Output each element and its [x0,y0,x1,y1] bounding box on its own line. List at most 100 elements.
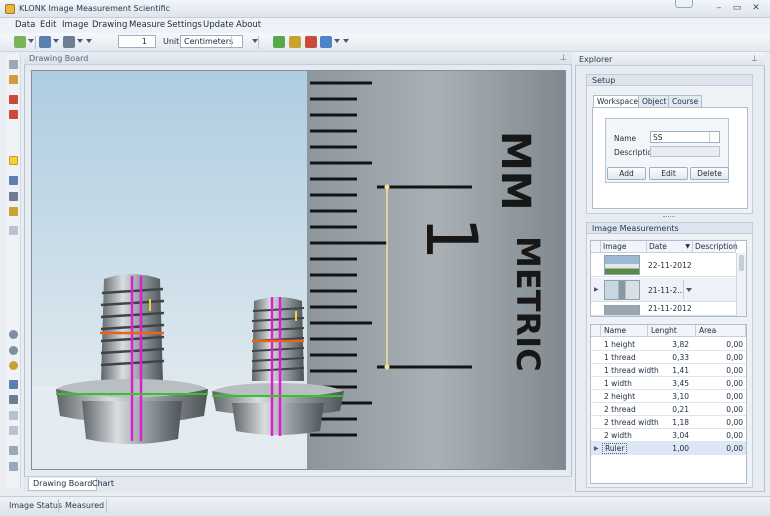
open-icon[interactable] [14,36,26,48]
description-field[interactable] [650,146,720,157]
image-grid-scrollbar[interactable] [736,253,746,316]
sort-desc-icon: ▼ [685,243,690,250]
image-row[interactable]: 22-11-2012 [591,253,736,277]
close-icon[interactable]: ✕ [749,3,763,14]
image-row-selected[interactable]: ▶ 21-11-2... [591,278,736,302]
explorer-pin-icon[interactable]: ⊥ [751,54,758,63]
explorer-title: Explorer [579,55,613,64]
delete-measure-icon[interactable] [305,36,317,48]
measurement-row[interactable]: 2 thread width 1,18 0,00 [591,416,746,429]
row-indicator-icon: ▶ [594,286,599,293]
col-area[interactable]: Area [696,325,746,337]
ruler-tool-icon[interactable] [9,176,18,185]
save-icon[interactable] [39,36,51,48]
unit-more-icon[interactable] [252,39,258,43]
tab-object[interactable]: Object [638,95,671,107]
undo-icon[interactable] [9,411,18,420]
menu-edit[interactable]: Edit [40,20,56,30]
chevron-down-icon[interactable] [231,36,242,47]
export-dropdown-icon[interactable] [334,39,340,43]
move-icon[interactable] [9,380,18,389]
image-thumbnail [604,305,640,315]
delete-button[interactable]: Delete [690,167,729,180]
pin-tool-icon[interactable] [9,75,18,84]
measurement-row[interactable]: 2 thread 0,21 0,00 [591,403,746,416]
area-tool-icon[interactable] [9,110,18,119]
tab-workspace[interactable]: Workspace [593,95,642,107]
quick-access-icon[interactable] [675,0,693,8]
zoom-out-tool-icon[interactable] [9,346,18,355]
app-logo-icon [5,4,15,14]
measurement-image[interactable]: MM 1 METRIC [32,71,566,470]
zoom-fit-icon[interactable] [9,361,18,370]
col-date[interactable]: Date ▼ [647,241,693,253]
print-icon[interactable] [63,36,75,48]
col-length[interactable]: Lenght [648,325,696,337]
image-thumbnail [604,280,640,300]
scroll-thumb[interactable] [739,255,744,271]
polygon-tool-icon[interactable] [9,95,18,104]
refresh-icon[interactable] [273,36,285,48]
save-dropdown-icon[interactable] [53,39,59,43]
edit-button[interactable]: Edit [649,167,688,180]
ruler-handle-bottom[interactable] [384,364,390,370]
measurement-row[interactable]: 1 thread 0,33 0,00 [591,351,746,364]
print-dropdown-icon[interactable] [77,39,83,43]
add-button[interactable]: Add [607,167,646,180]
col-name[interactable]: Name [601,325,648,337]
drawing-board-title: Drawing Board [29,54,89,63]
zoom-in-icon[interactable] [9,330,18,339]
window-title: KLONK Image Measurement Scientific [19,4,171,13]
unit-select[interactable]: Centimeters [180,35,243,48]
image-date: 22-11-2012 [648,261,692,270]
restore-icon[interactable]: ▭ [730,3,744,14]
col-description[interactable]: Description [693,241,738,253]
copy-icon[interactable] [9,395,18,404]
image-measurements-header: Image Measurements [586,222,753,234]
redo-icon[interactable] [9,426,18,435]
ruler-handle-top[interactable] [384,184,390,190]
pin-icon[interactable]: ⊥ [560,53,567,62]
open-dropdown-icon[interactable] [28,39,34,43]
setup-header: Setup [586,74,753,86]
angle-tool-icon[interactable] [9,226,18,235]
menu-settings[interactable]: Settings [167,20,202,30]
date-dropdown-icon[interactable] [686,288,692,292]
page-number-input[interactable]: 1 [118,35,156,48]
tab-chart[interactable]: Chart [88,478,118,491]
measurement-row[interactable]: 2 height 3,10 0,00 [591,390,746,403]
menu-image[interactable]: Image [62,20,89,30]
tab-drawing-board[interactable]: Drawing Board [28,478,98,491]
name-chevron-down-icon[interactable] [709,132,719,142]
measurement-row[interactable]: 1 width 3,45 0,00 [591,377,746,390]
export-icon[interactable] [320,36,332,48]
image-row[interactable]: 21-11-2012 [591,303,736,316]
menu-update[interactable]: Update [203,20,234,30]
image-thumbnail [604,255,640,275]
splitter-handle[interactable] [663,216,675,218]
name-select[interactable]: SS [650,131,720,143]
col-image[interactable]: Image [601,241,647,253]
menu-drawing[interactable]: Drawing [92,20,127,30]
menu-bar: Data Edit Image Drawing Measure Settings… [0,18,770,33]
line-tool-icon[interactable] [9,156,18,165]
image-canvas[interactable]: MM 1 METRIC [31,70,566,470]
report-icon[interactable] [289,36,301,48]
menu-measure[interactable]: Measure [129,20,165,30]
grid-tool-icon[interactable] [9,192,18,201]
title-bar: KLONK Image Measurement Scientific – ▭ ✕ [0,0,770,18]
measurement-row[interactable]: 2 width 3,04 0,00 [591,429,746,442]
measurement-row[interactable]: 1 thread width 1,41 0,00 [591,364,746,377]
minimize-icon[interactable]: – [712,3,726,14]
pointer-tool-icon[interactable] [9,60,18,69]
toolbar-overflow-icon[interactable] [343,39,349,43]
menu-about[interactable]: About [236,20,261,30]
measurement-row-selected[interactable]: ▶ Ruler 1,00 0,00 [591,442,746,455]
crop-icon[interactable] [9,446,18,455]
more-dropdown-icon[interactable] [86,39,92,43]
menu-data[interactable]: Data [15,20,35,30]
measurement-row[interactable]: 1 height 3,82 0,00 [591,338,746,351]
select-area-icon[interactable] [9,462,18,471]
tab-course[interactable]: Course [668,95,703,107]
calibrate-tool-icon[interactable] [9,207,18,216]
